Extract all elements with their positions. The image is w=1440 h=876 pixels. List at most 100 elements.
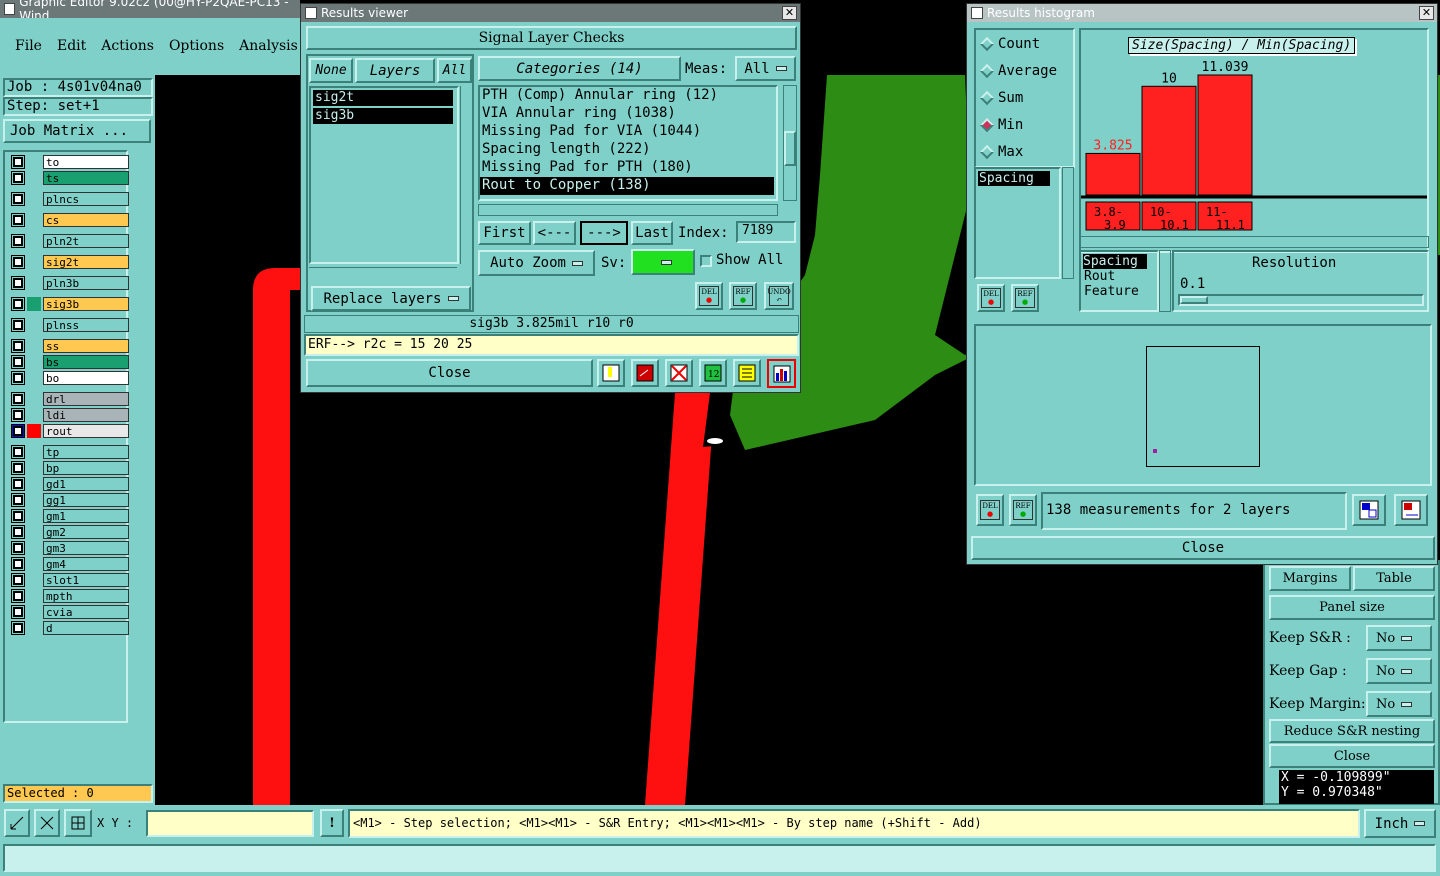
- layer-row-tp[interactable]: tp: [11, 445, 129, 459]
- layer-checkbox[interactable]: [11, 541, 25, 555]
- attribute-item[interactable]: Rout: [1084, 269, 1157, 284]
- layer-results-list[interactable]: sig2t sig3b: [309, 86, 459, 264]
- layer-row-pln2t[interactable]: pln2t: [11, 234, 129, 248]
- attribute-scrollbar[interactable]: [1159, 250, 1171, 312]
- next-button[interactable]: --->: [580, 221, 628, 245]
- layer-row-plnss[interactable]: plnss: [11, 318, 129, 332]
- screenshot-icon[interactable]: [631, 359, 659, 387]
- layer-checkbox[interactable]: [11, 155, 25, 169]
- layer-checkbox[interactable]: [11, 392, 25, 406]
- notes-icon[interactable]: [733, 359, 761, 387]
- layer-checkbox[interactable]: [11, 605, 25, 619]
- measure-icon[interactable]: [34, 809, 60, 837]
- layer-checkbox[interactable]: [11, 255, 25, 269]
- category-item[interactable]: VIA Annular ring (1038): [480, 105, 776, 123]
- layer-list-hscroll[interactable]: [309, 267, 457, 279]
- menu-edit[interactable]: Edit: [57, 38, 86, 54]
- layer-row-mpth[interactable]: mpth: [11, 589, 129, 603]
- radio-icon[interactable]: [979, 90, 995, 105]
- layer-row-sig2t[interactable]: sig2t: [11, 255, 129, 269]
- layer-row-to[interactable]: to: [11, 155, 129, 169]
- results-close-button[interactable]: Close: [306, 359, 593, 387]
- layer-checkbox[interactable]: [11, 171, 25, 185]
- category-item[interactable]: Missing Pad for VIA (1044): [480, 123, 776, 141]
- categories-hscroll[interactable]: [478, 204, 778, 216]
- layer-checkbox[interactable]: [11, 445, 25, 459]
- layer-checkbox[interactable]: [11, 276, 25, 290]
- panel-size-button[interactable]: Panel size: [1269, 595, 1435, 620]
- measure-list-item[interactable]: Spacing: [978, 171, 1050, 186]
- replace-layers-dropdown[interactable]: Replace layers: [311, 286, 471, 311]
- del-icon[interactable]: DEL ●: [695, 282, 723, 310]
- layer-row-plncs[interactable]: plncs: [11, 192, 129, 206]
- radio-icon[interactable]: [979, 117, 995, 132]
- menu-options[interactable]: Options: [169, 38, 224, 54]
- all-layers-button[interactable]: All: [437, 58, 472, 83]
- hist-del-icon-bottom[interactable]: DEL ●: [976, 494, 1004, 526]
- layer-row-bo[interactable]: bo: [11, 371, 129, 385]
- first-button[interactable]: First: [478, 221, 531, 245]
- close-icon[interactable]: ✕: [1419, 6, 1434, 20]
- ref-icon[interactable]: REF ●: [729, 282, 757, 310]
- stat-option-sum[interactable]: Sum: [976, 84, 1073, 111]
- histogram-bar[interactable]: [1197, 74, 1253, 196]
- category-item[interactable]: Spacing length (222): [480, 141, 776, 159]
- layer-checkbox[interactable]: [11, 589, 25, 603]
- category-item[interactable]: PTH (Comp) Annular ring (12): [480, 87, 776, 105]
- layer-row-pln3b[interactable]: pln3b: [11, 276, 129, 290]
- layer-row-rout[interactable]: rout: [11, 424, 129, 438]
- layer-row-gd1[interactable]: gd1: [11, 477, 129, 491]
- keep-gap-dropdown[interactable]: No: [1366, 658, 1432, 684]
- layer-list-item[interactable]: sig3b: [313, 108, 453, 124]
- layer-checkbox[interactable]: [11, 318, 25, 332]
- keep-sr-dropdown[interactable]: No: [1366, 625, 1432, 651]
- report-icon[interactable]: [597, 359, 625, 387]
- attribute-item[interactable]: Feature: [1084, 284, 1157, 299]
- stat-option-min[interactable]: Min: [976, 111, 1073, 138]
- layer-row-d[interactable]: d: [11, 621, 129, 635]
- last-button[interactable]: Last: [631, 221, 673, 245]
- layer-row-ts[interactable]: ts: [11, 171, 129, 185]
- layer-checkbox[interactable]: [11, 493, 25, 507]
- categories-scrollbar[interactable]: [783, 85, 797, 201]
- undo-icon[interactable]: UNDO ↶: [764, 282, 794, 310]
- layer-row-gm1[interactable]: gm1: [11, 509, 129, 523]
- layer-checkbox[interactable]: [11, 213, 25, 227]
- none-button[interactable]: None: [309, 58, 353, 83]
- layer-checkbox[interactable]: [11, 424, 25, 438]
- layer-checkbox[interactable]: [11, 355, 25, 369]
- zoom-result-icon[interactable]: [1394, 494, 1428, 526]
- layer-list-item[interactable]: sig2t: [313, 90, 453, 106]
- layer-row-sig3b[interactable]: sig3b: [11, 297, 129, 311]
- layer-checkbox[interactable]: [11, 408, 25, 422]
- layer-checkbox[interactable]: [11, 525, 25, 539]
- menu-analysis[interactable]: Analysis: [239, 38, 298, 54]
- histogram-icon[interactable]: [767, 359, 796, 388]
- layer-list[interactable]: to ts plncs cs pln2t sig2t pln3b sig3b plnss ss bs…: [3, 150, 129, 723]
- show-all-checkbox[interactable]: [700, 255, 712, 267]
- count-icon[interactable]: 12: [699, 359, 727, 387]
- measure-scrollbar[interactable]: [1062, 167, 1074, 279]
- layer-checkbox[interactable]: [11, 297, 25, 311]
- layer-checkbox[interactable]: [11, 234, 25, 248]
- grid-snap-icon[interactable]: [64, 809, 92, 837]
- menu-file[interactable]: File: [15, 38, 42, 54]
- layer-row-drl[interactable]: drl: [11, 392, 129, 406]
- layer-row-gg1[interactable]: gg1: [11, 493, 129, 507]
- stat-option-max[interactable]: Max: [976, 138, 1073, 165]
- layer-row-ss[interactable]: ss: [11, 339, 129, 353]
- ref-remove-icon[interactable]: [665, 359, 693, 387]
- category-item[interactable]: Rout to Copper (138): [480, 177, 774, 195]
- panel-close-button[interactable]: Close: [1269, 744, 1435, 768]
- layer-row-gm4[interactable]: gm4: [11, 557, 129, 571]
- attribute-list[interactable]: Spacing Rout Feature: [1079, 250, 1159, 312]
- layers-button[interactable]: Layers: [355, 58, 435, 83]
- hist-ref-icon[interactable]: REF ●: [1011, 284, 1039, 312]
- meas-dropdown[interactable]: All: [735, 56, 796, 81]
- resolution-slider[interactable]: [1178, 294, 1424, 306]
- sv-color-dropdown[interactable]: [631, 249, 695, 275]
- close-icon[interactable]: ✕: [782, 6, 797, 20]
- category-item[interactable]: Missing Pad for PTH (180): [480, 159, 776, 177]
- reduce-sr-nesting-button[interactable]: Reduce S&R nesting: [1269, 719, 1435, 743]
- index-input[interactable]: 7189: [736, 221, 796, 243]
